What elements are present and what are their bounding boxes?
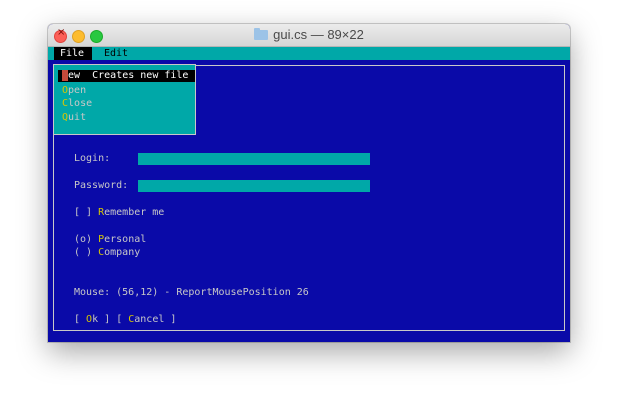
remember-me-checkbox[interactable]: [ ] Remember me <box>74 207 164 218</box>
checkbox-box: [ ] <box>74 207 99 218</box>
company-label: ompany <box>104 247 141 258</box>
radio-personal[interactable]: (o) Personal <box>74 234 146 245</box>
ok-open-bracket: [ <box>74 314 87 325</box>
window-title: gui.cs — 89×22 <box>48 27 570 42</box>
menu-item-quit-label: uit <box>68 112 87 123</box>
folder-icon <box>254 28 269 40</box>
menu-item-new[interactable]: New Creates new file <box>58 70 195 82</box>
mouse-status: Mouse: (56,12) - ReportMousePosition 26 <box>74 287 309 298</box>
cancel-open-bracket: [ <box>116 314 129 325</box>
login-field[interactable] <box>138 153 370 165</box>
menu-item-open[interactable]: Open <box>62 85 86 97</box>
terminal-content: File Edit Login: Password: [ ] Remember … <box>48 47 570 342</box>
ok-close-bracket: ] <box>98 314 111 325</box>
menu-item-new-label: ew <box>68 70 81 81</box>
password-field[interactable] <box>138 180 370 192</box>
cancel-label: ancel <box>134 314 165 325</box>
window-title-text: gui.cs — 89×22 <box>273 27 364 42</box>
menu-item-close[interactable]: Close <box>62 98 92 110</box>
terminal-window: gui.cs — 89×22 File Edit Login: Password… <box>48 24 570 342</box>
file-menu-dropdown: New Creates new file Open Close Quit <box>53 64 196 135</box>
menu-bar: File Edit <box>48 47 570 60</box>
ok-button[interactable]: [ Ok ] <box>74 314 110 325</box>
cancel-close-bracket: ] <box>164 314 177 325</box>
menu-item-close-label: lose <box>68 98 93 109</box>
password-label: Password: <box>74 180 129 191</box>
radio-mark: ( ) <box>74 247 99 258</box>
title-bar: gui.cs — 89×22 <box>48 24 570 47</box>
menu-item-quit[interactable]: Quit <box>62 112 86 124</box>
button-row: [ Ok ] [ Cancel ] <box>74 314 176 325</box>
personal-label: ersonal <box>104 234 147 245</box>
menu-item-new-help: Creates new file <box>92 70 189 81</box>
menu-file[interactable]: File <box>54 47 92 60</box>
menu-edit[interactable]: Edit <box>98 47 134 60</box>
radio-mark: (o) <box>74 234 99 245</box>
cancel-button[interactable]: [ Cancel ] <box>116 314 176 325</box>
menu-item-open-label: pen <box>68 85 87 96</box>
radio-company[interactable]: ( ) Company <box>74 247 140 258</box>
remember-label: emember me <box>104 207 165 218</box>
login-label: Login: <box>74 153 111 164</box>
